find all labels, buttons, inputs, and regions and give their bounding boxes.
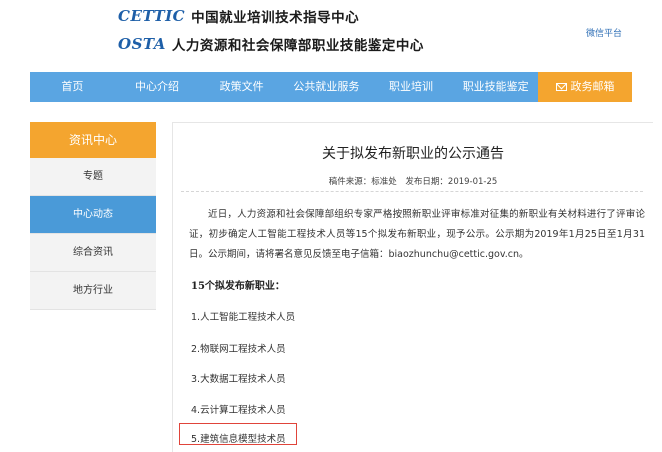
main-nav: 首页 中心介绍 政策文件 公共就业服务 职业培训 职业技能鉴定 政务邮箱 bbox=[30, 72, 633, 102]
sidebar-header: 资讯中心 bbox=[30, 122, 156, 158]
article-panel: 关于拟发布新职业的公示通告 稿件来源：标准处 发布日期：2019-01-25 近… bbox=[172, 122, 653, 452]
nav-skill-appraisal[interactable]: 职业技能鉴定 bbox=[453, 72, 538, 102]
sidebar-item-general-news[interactable]: 综合资讯 bbox=[30, 234, 156, 272]
nav-public-employment[interactable]: 公共就业服务 bbox=[284, 72, 369, 102]
sidebar-item-local-industry[interactable]: 地方行业 bbox=[30, 272, 156, 310]
sidebar-item-center-news[interactable]: 中心动态 bbox=[30, 196, 156, 234]
article-date: 发布日期：2019-01-25 bbox=[405, 177, 498, 187]
sidebar-item-topics[interactable]: 专题 bbox=[30, 158, 156, 196]
cettic-logo-text: 中国就业培训技术指导中心 bbox=[191, 10, 360, 26]
occupation-list-heading: 15个拟发布新职业： bbox=[191, 281, 285, 292]
osta-logo-text: 人力资源和社会保障部职业技能鉴定中心 bbox=[171, 38, 424, 54]
article-source: 稿件来源：标准处 bbox=[328, 177, 397, 187]
article-divider bbox=[181, 191, 643, 192]
article-meta: 稿件来源：标准处 发布日期：2019-01-25 bbox=[173, 175, 653, 187]
nav-vocational-training[interactable]: 职业培训 bbox=[369, 72, 454, 102]
list-item: 1.人工智能工程技术人员 bbox=[191, 312, 296, 323]
nav-home[interactable]: 首页 bbox=[30, 72, 115, 102]
list-item: 3.大数据工程技术人员 bbox=[191, 374, 286, 385]
osta-logo[interactable]: OSTA 人力资源和社会保障部职业技能鉴定中心 bbox=[118, 34, 424, 54]
cettic-logo[interactable]: CETTIC 中国就业培训技术指导中心 bbox=[118, 6, 359, 26]
mail-icon bbox=[555, 83, 567, 91]
sidebar: 资讯中心 专题 中心动态 综合资讯 地方行业 bbox=[30, 122, 156, 310]
wechat-platform-link[interactable]: 微信平台 bbox=[586, 26, 622, 39]
list-item: 2.物联网工程技术人员 bbox=[191, 344, 286, 355]
article-title: 关于拟发布新职业的公示通告 bbox=[322, 146, 504, 162]
list-item: 5.建筑信息模型技术员 bbox=[191, 434, 286, 445]
list-item: 4.云计算工程技术人员 bbox=[191, 405, 286, 416]
nav-government-mail[interactable]: 政务邮箱 bbox=[538, 72, 633, 102]
nav-mail-label: 政务邮箱 bbox=[570, 80, 615, 93]
nav-center-intro[interactable]: 中心介绍 bbox=[115, 72, 200, 102]
nav-policy-documents[interactable]: 政策文件 bbox=[199, 72, 284, 102]
osta-logo-mark: OSTA bbox=[118, 35, 166, 53]
site-header: CETTIC 中国就业培训技术指导中心 OSTA 人力资源和社会保障部职业技能鉴… bbox=[0, 0, 662, 70]
cettic-logo-mark: CETTIC bbox=[118, 7, 186, 25]
article-body: 近日，人力资源和社会保障部组织专家严格按照新职业评审标准对征集的新职业有关材料进… bbox=[189, 209, 645, 260]
